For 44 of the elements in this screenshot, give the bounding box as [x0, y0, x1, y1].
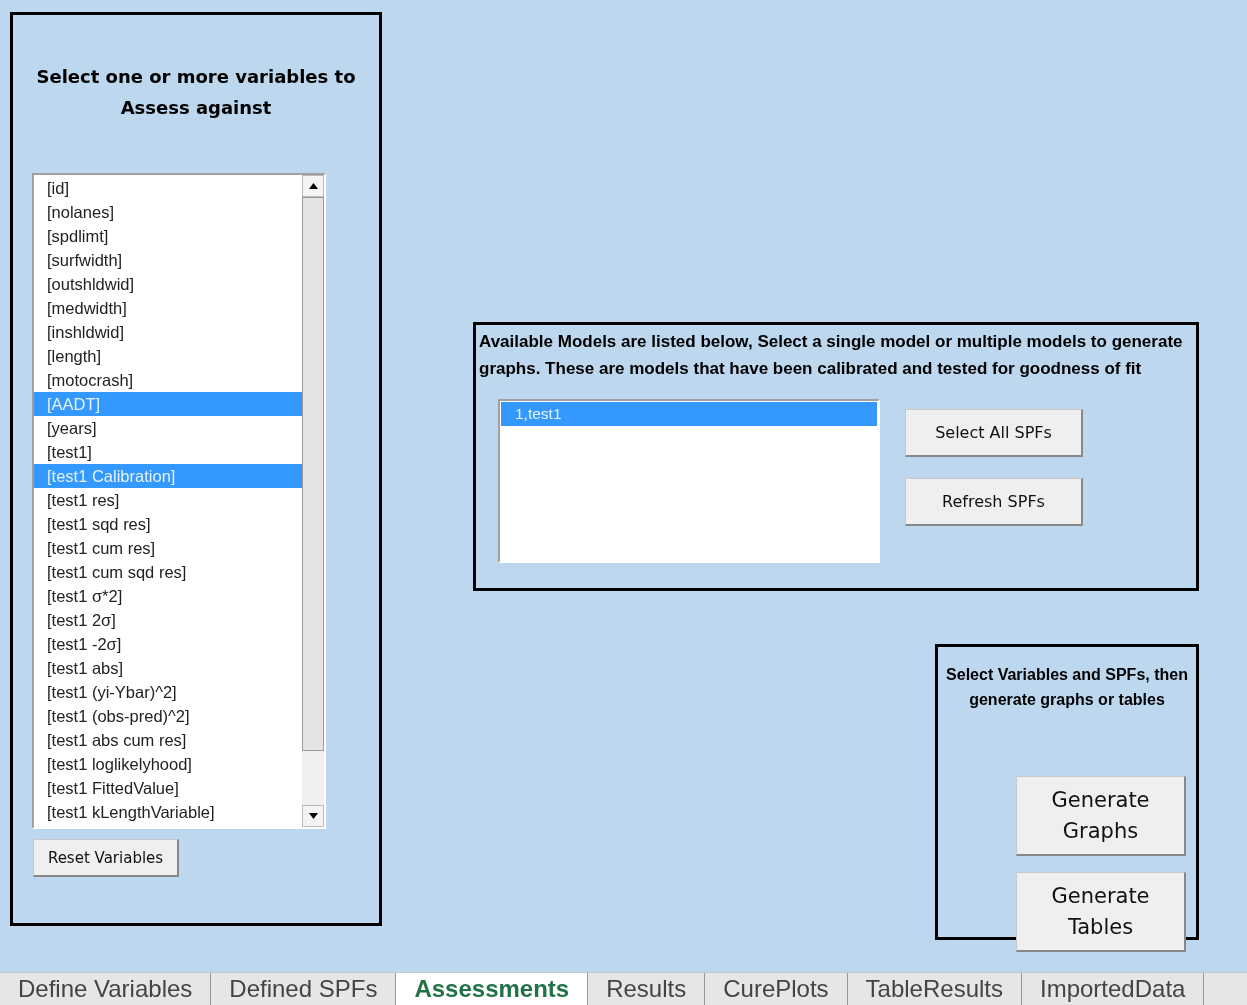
scroll-down-icon[interactable]: [302, 805, 324, 827]
list-item[interactable]: [nolanes]: [34, 200, 302, 224]
sheet-tab[interactable]: TableResults: [847, 973, 1022, 1005]
list-item[interactable]: [test1 σ*2]: [34, 584, 302, 608]
list-item[interactable]: [test1 res]: [34, 488, 302, 512]
list-item[interactable]: [id]: [34, 176, 302, 200]
panel-description: Select Variables and SPFs, then generate graphs or tables: [945, 665, 1189, 710]
list-item[interactable]: [test1 abs cum res]: [34, 728, 302, 752]
list-item[interactable]: [test1 cum res]: [34, 536, 302, 560]
list-item[interactable]: [test1 -2σ]: [34, 632, 302, 656]
list-item[interactable]: [test1 kLengthVariable]: [34, 800, 302, 824]
list-item[interactable]: [test1 abs]: [34, 656, 302, 680]
list-item[interactable]: [surfwidth]: [34, 248, 302, 272]
list-item[interactable]: [test1 FittedValue]: [34, 776, 302, 800]
list-item[interactable]: [years]: [34, 416, 302, 440]
sheet-tab[interactable]: ImportedData: [1022, 973, 1205, 1005]
panel-title: Select one or more variables to Assess against: [35, 65, 357, 120]
sheet-tab[interactable]: CurePlots: [705, 973, 848, 1005]
list-item[interactable]: [test1 sqd res]: [34, 512, 302, 536]
generate-button[interactable]: Generate Tables: [1016, 872, 1186, 952]
list-item[interactable]: [length]: [34, 344, 302, 368]
scrollbar[interactable]: [302, 175, 324, 827]
list-item[interactable]: [spdlimt]: [34, 224, 302, 248]
scroll-thumb[interactable]: [302, 197, 324, 751]
list-item[interactable]: [test1 2σ]: [34, 608, 302, 632]
list-item[interactable]: [test1 loglikelyhood]: [34, 752, 302, 776]
sheet-tab[interactable]: Define Variables: [0, 973, 212, 1005]
spf-button[interactable]: Refresh SPFs: [905, 478, 1083, 526]
list-item[interactable]: [motocrash]: [34, 368, 302, 392]
sheet-tab[interactable]: Results: [588, 973, 706, 1005]
reset-variables-button[interactable]: Reset Variables: [33, 839, 179, 877]
sheet-tab[interactable]: Assessments: [396, 973, 589, 1005]
variables-listbox[interactable]: [32, 173, 326, 829]
list-item[interactable]: [test1 cum sqd res]: [34, 560, 302, 584]
panel-description: Available Models are listed below, Select a single model or multiple models to generate graphs. These are models that have been calibrated and tested for goodness of fit: [479, 331, 1184, 380]
scroll-up-icon[interactable]: [302, 175, 324, 197]
list-item[interactable]: [test1 (obs-pred)^2]: [34, 704, 302, 728]
spf-button[interactable]: Select All SPFs: [905, 409, 1083, 457]
list-item[interactable]: [medwidth]: [34, 296, 302, 320]
list-item[interactable]: [outshldwid]: [34, 272, 302, 296]
list-item[interactable]: [test1]: [34, 440, 302, 464]
list-item[interactable]: [test1 (yi-Ybar)^2]: [34, 680, 302, 704]
generate-button[interactable]: Generate Graphs: [1016, 776, 1186, 856]
list-item[interactable]: [inshldwid]: [34, 320, 302, 344]
